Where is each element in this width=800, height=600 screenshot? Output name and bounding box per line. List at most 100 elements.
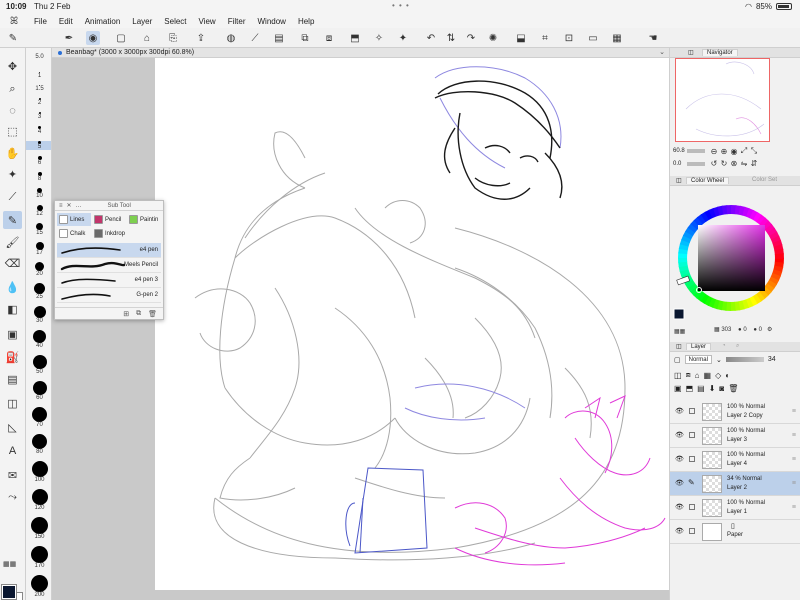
subtool-group-inkdrop[interactable]: Inkdrop xyxy=(92,227,126,240)
brush-size-item[interactable]: 70 xyxy=(26,407,51,428)
brush-size-item[interactable]: 1.5 xyxy=(26,85,51,92)
brush-size-item[interactable]: 10 xyxy=(26,188,51,199)
canvas-paper[interactable] xyxy=(155,58,669,590)
undo-icon[interactable]: ↶ xyxy=(424,31,438,45)
saturation-readout[interactable]: 0 xyxy=(743,327,746,333)
editing-pen-icon[interactable]: ✎ xyxy=(688,478,695,487)
app-logo-icon[interactable]: ꕤ xyxy=(0,16,28,27)
visibility-eye-icon[interactable]: 👁 xyxy=(675,527,684,535)
hue-ring-segment[interactable] xyxy=(774,253,784,259)
sparkle-tool-icon[interactable]: ✦ xyxy=(3,165,22,183)
correct-line-tool-icon[interactable]: ⤳ xyxy=(3,488,22,506)
subtool-brush-item[interactable]: Meels Pencil xyxy=(57,258,161,273)
merge-down-icon[interactable]: ⬇ xyxy=(709,384,716,393)
bucket-tool-icon[interactable]: ⛽ xyxy=(3,348,22,366)
chevron-down-icon[interactable]: ⌄ xyxy=(659,48,665,56)
layer-mask-add-icon[interactable]: ◙ xyxy=(719,384,724,393)
panel-toggle-icon[interactable]: ◫ xyxy=(672,177,686,184)
clear-icon[interactable]: ◍ xyxy=(224,31,238,45)
lock-layer-icon[interactable]: ⌂ xyxy=(695,371,700,380)
fill-tool-icon[interactable]: ◧ xyxy=(3,300,22,318)
layer-opacity-value[interactable]: 34 xyxy=(768,356,776,363)
clip-layer-icon[interactable]: ◫ xyxy=(674,371,682,380)
duplicate-subtool-icon[interactable]: ⧉ xyxy=(136,310,141,318)
navigator-rotate-slider[interactable] xyxy=(687,161,705,166)
close-icon[interactable]: ✕ xyxy=(67,202,72,209)
add-subtool-icon[interactable]: ⊞ xyxy=(123,310,129,318)
hand-tool-icon[interactable]: ✋ xyxy=(3,144,22,162)
tab-layer[interactable]: Layer xyxy=(686,343,712,350)
crop-icon[interactable]: ⌗ xyxy=(538,31,552,45)
visibility-eye-icon[interactable]: 👁 xyxy=(675,503,684,511)
visibility-eye-icon[interactable]: 👁 xyxy=(675,479,684,487)
tab-color-wheel[interactable]: Color Wheel xyxy=(686,177,730,184)
selection-mode-icon[interactable]: ⬓ xyxy=(514,31,528,45)
new-raster-layer-icon[interactable]: ▣ xyxy=(674,384,682,393)
brush-size-item[interactable]: 200 xyxy=(26,575,51,598)
zoom-tool-icon[interactable]: ⌕ xyxy=(3,80,22,98)
figure-tool-icon[interactable]: ▣ xyxy=(3,325,22,343)
navigator-zoom-value[interactable]: 60.8 xyxy=(673,148,687,154)
new-vector-layer-icon[interactable]: ⬒ xyxy=(686,384,694,393)
grid-icon[interactable]: ▦ xyxy=(610,31,624,45)
brush-size-item[interactable]: 6 xyxy=(26,156,51,166)
flip-horizontal-icon[interactable]: ⇋ xyxy=(739,159,749,168)
actual-size-icon[interactable]: ⤡ xyxy=(749,146,759,156)
rotate-right-icon[interactable]: ↻ xyxy=(719,159,729,168)
menu-layer[interactable]: Layer xyxy=(126,17,158,26)
save-icon[interactable]: ⎘ xyxy=(166,31,180,45)
ruler-layer-icon[interactable]: ◇ xyxy=(715,371,721,380)
blend-tool-icon[interactable]: 💧 xyxy=(3,278,22,296)
subtool-group-chalk[interactable]: Chalk xyxy=(57,227,91,240)
panel-grip-icon[interactable]: ≡ xyxy=(59,203,63,209)
brush-size-item[interactable]: 15 xyxy=(26,223,51,236)
text-tool-icon[interactable]: A xyxy=(3,442,22,460)
rotate-left-icon[interactable]: ↺ xyxy=(709,159,719,168)
draw-line-icon[interactable]: ⟋ xyxy=(248,31,262,45)
layers-stack-icon[interactable]: ⧈ xyxy=(322,31,336,45)
main-color-swatch[interactable] xyxy=(1,584,17,600)
delete-subtool-icon[interactable]: 🗑 xyxy=(148,310,157,318)
window-icon[interactable]: ▭ xyxy=(586,31,600,45)
tab-layer-search-icon[interactable]: ⌕ xyxy=(732,343,743,350)
transparent-color-icon[interactable]: ▦▦ xyxy=(3,560,16,568)
pen-sidebar-icon[interactable]: ✎ xyxy=(6,31,20,45)
eyedropper-tool-icon[interactable]: ⟋ xyxy=(3,188,22,206)
canvas-tab-title[interactable]: Beanbag* (3000 x 3000px 300dpi 60.8%) xyxy=(66,49,194,56)
visibility-eye-icon[interactable]: 👁 xyxy=(675,431,684,439)
navigator-zoom-slider[interactable] xyxy=(687,149,705,153)
value-readout[interactable]: 0 xyxy=(759,327,762,333)
zoom-in-icon[interactable]: ⊕ xyxy=(719,147,729,156)
subtool-brush-item[interactable]: e4 pen 3 xyxy=(57,273,161,288)
subtool-brush-item[interactable]: e4 pen xyxy=(57,243,161,258)
current-tool-pen-icon[interactable]: ✒ xyxy=(62,31,76,45)
layer-select-checkbox[interactable] xyxy=(689,432,695,438)
drag-handle-icon[interactable]: ≡ xyxy=(792,408,796,415)
panel-toggle-icon[interactable]: ◫ xyxy=(672,343,686,350)
flip-vertical-icon[interactable]: ⇵ xyxy=(749,159,759,168)
move-tool-icon[interactable]: ✥ xyxy=(3,57,22,75)
menu-edit[interactable]: Edit xyxy=(53,17,79,26)
tab-color-set[interactable]: Color Set xyxy=(748,177,781,183)
brush-size-item[interactable]: 3 xyxy=(26,112,51,120)
menu-view[interactable]: View xyxy=(193,17,222,26)
layer-select-checkbox[interactable] xyxy=(689,528,695,534)
drag-handle-icon[interactable]: ≡ xyxy=(792,432,796,439)
eraser-tool-icon[interactable]: ⌫ xyxy=(3,254,22,272)
menu-file[interactable]: File xyxy=(28,17,53,26)
layer-row[interactable]: 👁 Paper ▯ xyxy=(670,520,800,544)
subtool-group-pencil[interactable]: Pencil xyxy=(92,213,126,226)
hue-readout[interactable]: 303 xyxy=(721,327,731,333)
brush-size-item[interactable]: 150 xyxy=(26,517,51,540)
layer-select-checkbox[interactable] xyxy=(689,456,695,462)
new-folder-icon[interactable]: ▤ xyxy=(697,384,705,393)
tab-layer-property-icon[interactable]: ◔ xyxy=(718,343,730,349)
pen-tool-icon[interactable]: ✎ xyxy=(3,211,22,229)
brush-tool-icon[interactable]: 🖌 xyxy=(3,233,22,251)
brush-size-item[interactable]: 8 xyxy=(26,172,51,182)
subtool-brush-item[interactable]: G-pen 2 xyxy=(57,288,161,303)
brush-size-item[interactable]: 50 xyxy=(26,355,51,375)
ruler-tool-icon[interactable]: ◺ xyxy=(3,418,22,436)
fit-icon[interactable]: ⊡ xyxy=(562,31,576,45)
current-subtool-icon[interactable]: ◉ xyxy=(86,31,100,45)
